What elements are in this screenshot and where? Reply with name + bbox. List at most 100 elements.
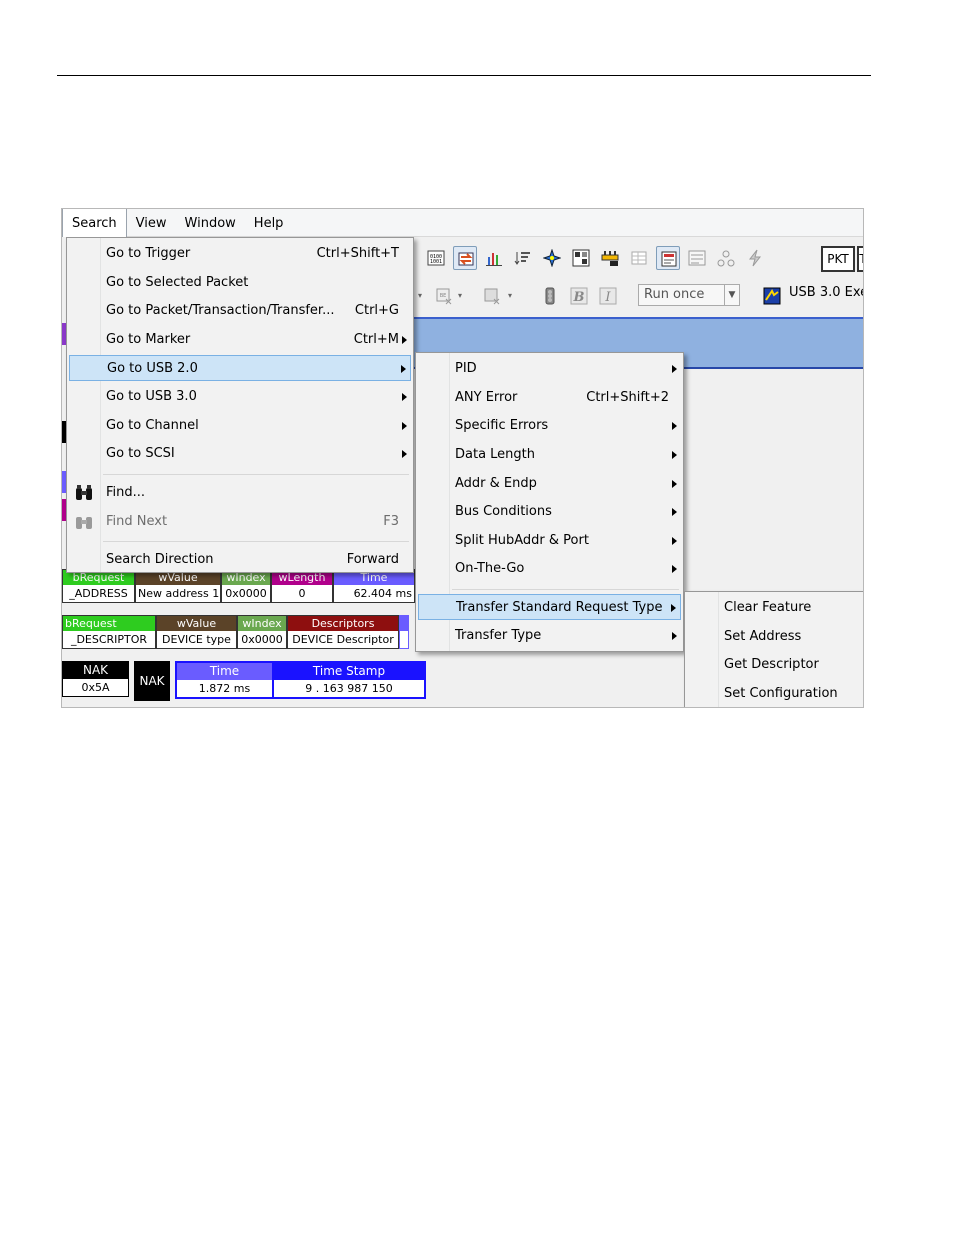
submenu-arrow-icon — [672, 480, 677, 488]
menu-item-go-to-scsi[interactable]: Go to SCSI — [69, 441, 411, 467]
brequest-cell: bRequest _DESCRIPTOR — [62, 615, 156, 649]
binary-view-icon[interactable]: 0100 1001 — [424, 246, 448, 270]
wvalue-header: wValue — [157, 616, 236, 631]
trace-row-get-descriptor[interactable]: bRequest _DESCRIPTOR wValue DEVICE type wI… — [62, 615, 409, 649]
trace-row-timestamp[interactable]: Time 1.872 ms Time Stamp 9 . 163 987 150 — [175, 661, 426, 699]
table-view-icon[interactable] — [627, 246, 651, 270]
menu-item-set-address[interactable]: Set Address — [687, 624, 863, 650]
menu-item-any-error[interactable]: ANY Error Ctrl+Shift+2 — [418, 385, 681, 411]
svg-text:B: B — [573, 290, 585, 305]
usb-exerciser-icon[interactable] — [760, 284, 784, 308]
menu-help[interactable]: Help — [245, 209, 293, 237]
power-bolt-icon[interactable] — [743, 246, 767, 270]
italic-icon[interactable]: I — [596, 284, 620, 308]
menu-item-data-length[interactable]: Data Length — [418, 442, 681, 468]
windex-value: 0x0000 — [238, 631, 286, 648]
menu-window[interactable]: Window — [176, 209, 245, 237]
next-cell-fragment — [399, 615, 409, 649]
run-mode-select[interactable]: Run once — [638, 284, 728, 306]
menu-separator — [103, 541, 409, 542]
wlength-cell: wLength 0 — [271, 569, 333, 603]
dropdown-arrow-icon[interactable]: ▾ — [458, 284, 468, 308]
swap-view-icon[interactable] — [453, 246, 477, 270]
menu-item-addr-endp[interactable]: Addr & Endp — [418, 471, 681, 497]
time-value: 1.872 ms — [177, 680, 272, 697]
submenu-arrow-icon — [402, 450, 407, 458]
binoculars-icon — [76, 485, 92, 500]
menu-item-go-to-channel[interactable]: Go to Channel — [69, 413, 411, 439]
submenu-arrow-icon — [402, 336, 407, 344]
usb-bus-icon[interactable] — [598, 246, 622, 270]
submenu-arrow-icon — [672, 365, 677, 373]
trace-row-set-address[interactable]: bRequest _ADDRESS wValue New address 1 wIn… — [62, 569, 415, 603]
windex-header: wIndex — [238, 616, 286, 631]
nak-packet[interactable]: NAK — [134, 661, 170, 701]
network-hub-icon[interactable] — [714, 246, 738, 270]
report-view-icon[interactable] — [656, 246, 680, 270]
wvalue-cell: wValue New address 1 — [135, 569, 221, 603]
menu-item-go-to-usb20[interactable]: Go to USB 2.0 — [69, 355, 411, 381]
menu-separator — [452, 589, 679, 590]
nak-header: NAK — [63, 662, 128, 679]
menubar: Search View Window Help — [62, 209, 863, 237]
menu-item-go-to-marker[interactable]: Go to Marker Ctrl+M — [69, 327, 411, 353]
brequest-value: _ADDRESS — [63, 585, 134, 602]
search-menu: Go to Trigger Ctrl+Shift+T Go to Selected… — [66, 237, 414, 573]
menu-item-find-next[interactable]: Find Next F3 — [69, 509, 411, 535]
menu-item-split-hubaddr[interactable]: Split HubAddr & Port — [418, 528, 681, 554]
page-header-rule — [57, 75, 871, 76]
windex-value: 0x0000 — [222, 585, 270, 602]
menu-item-go-to-packet[interactable]: Go to Packet/Transaction/Transfer... Ctrl… — [69, 298, 411, 324]
menu-item-transfer-standard-request-type[interactable]: Transfer Standard Request Type — [418, 594, 681, 620]
filter-in-icon[interactable]: BE — [432, 284, 456, 308]
menu-item-bus-conditions[interactable]: Bus Conditions — [418, 499, 681, 525]
bold-icon[interactable]: B — [567, 284, 591, 308]
menu-item-pid[interactable]: PID — [418, 356, 681, 382]
submenu-arrow-icon — [671, 604, 676, 612]
bar-chart-icon[interactable] — [482, 246, 506, 270]
dropdown-arrow-icon[interactable]: ▾ — [418, 284, 428, 308]
sort-list-icon[interactable] — [511, 246, 535, 270]
wvalue-value: New address 1 — [136, 585, 220, 602]
menu-view[interactable]: View — [127, 209, 176, 237]
nak-cell: NAK 0x5A — [62, 661, 129, 697]
menu-item-specific-errors[interactable]: Specific Errors — [418, 413, 681, 439]
traffic-light-icon[interactable] — [538, 284, 562, 308]
menu-item-search-direction[interactable]: Search Direction Forward — [69, 547, 411, 573]
menu-item-go-to-selected-packet[interactable]: Go to Selected Packet — [69, 270, 411, 296]
menu-separator — [103, 474, 409, 475]
brequest-value: _DESCRIPTOR — [63, 631, 155, 648]
next-toggle-button[interactable]: T — [857, 246, 863, 272]
svg-text:BE: BE — [440, 293, 447, 299]
menu-search[interactable]: Search — [62, 209, 127, 237]
svg-text:1001: 1001 — [430, 259, 442, 265]
menu-item-find[interactable]: Find... — [69, 480, 411, 506]
trigger-star-icon[interactable] — [540, 246, 564, 270]
time-header: Time — [177, 663, 272, 680]
submenu-arrow-icon — [402, 422, 407, 430]
menu-item-go-to-usb30[interactable]: Go to USB 3.0 — [69, 384, 411, 410]
exerciser-label[interactable]: USB 3.0 Exer — [789, 285, 863, 300]
menu-item-go-to-trigger[interactable]: Go to Trigger Ctrl+Shift+T — [69, 241, 411, 267]
windex-cell: wIndex 0x0000 — [221, 569, 271, 603]
brequest-header: bRequest — [63, 616, 155, 631]
dropdown-arrow-icon[interactable]: ▾ — [508, 284, 518, 308]
submenu-arrow-icon — [672, 565, 677, 573]
packet-format-icon[interactable] — [685, 246, 709, 270]
menu-item-transfer-type[interactable]: Transfer Type — [418, 623, 681, 649]
decode-grid-icon[interactable] — [569, 246, 593, 270]
run-mode-dropdown-icon[interactable]: ▼ — [724, 284, 740, 306]
binoculars-next-icon — [76, 517, 92, 529]
pkt-toggle-button[interactable]: PKT — [821, 246, 855, 272]
menu-item-clear-feature[interactable]: Clear Feature — [687, 595, 863, 621]
time-value: 62.404 ms — [334, 585, 414, 602]
trace-row-nak[interactable]: NAK 0x5A — [62, 661, 129, 697]
submenu-arrow-icon — [672, 632, 677, 640]
wlength-value: 0 — [272, 585, 332, 602]
menu-item-on-the-go[interactable]: On-The-Go — [418, 556, 681, 582]
timestamp-value: 9 . 163 987 150 — [274, 680, 424, 697]
menu-item-set-configuration[interactable]: Set Configuration — [687, 681, 863, 707]
filter-out-icon[interactable] — [480, 284, 504, 308]
menu-item-get-descriptor[interactable]: Get Descriptor — [687, 652, 863, 678]
brequest-cell: bRequest _ADDRESS — [62, 569, 135, 603]
